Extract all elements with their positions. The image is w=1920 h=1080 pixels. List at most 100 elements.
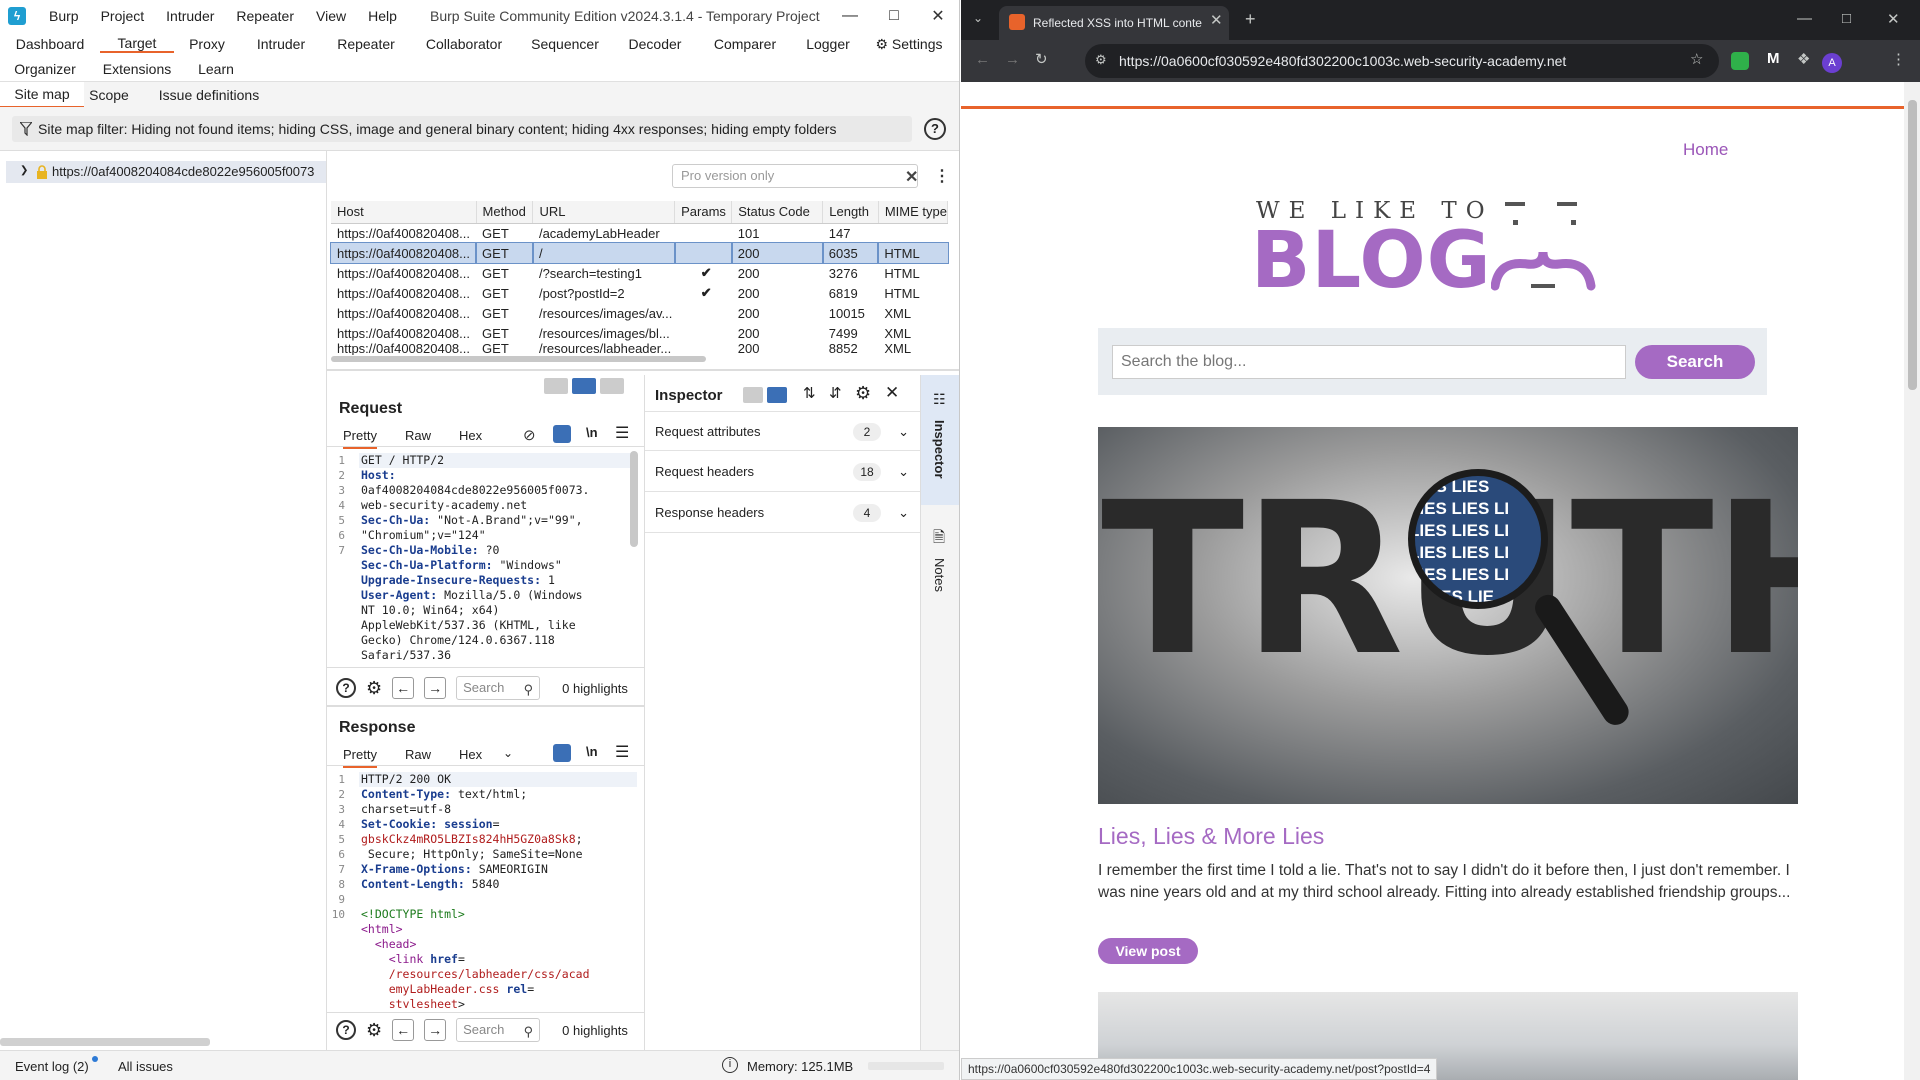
col-status-code[interactable]: Status Code <box>731 201 824 224</box>
wrap-icon[interactable] <box>553 425 571 443</box>
tab-decoder[interactable]: Decoder <box>612 36 698 52</box>
table-row-selected[interactable]: https://0af400820408... GET / 200 6035 H… <box>329 242 949 264</box>
extension-m-icon[interactable]: M <box>1767 50 1780 67</box>
layout-side-by-side-icon[interactable] <box>544 378 568 394</box>
subtab-issue-definitions[interactable]: Issue definitions <box>134 87 284 103</box>
maximize-icon[interactable]: □ <box>872 0 916 31</box>
blog-search-input[interactable]: Search the blog... <box>1112 345 1626 379</box>
tab-settings[interactable]: ⚙ Settings <box>864 36 954 53</box>
inspector-response-headers[interactable]: Response headers 4 ⌄ <box>645 493 921 533</box>
tab-collaborator[interactable]: Collaborator <box>410 36 518 52</box>
menu-repeater[interactable]: Repeater <box>225 8 305 24</box>
menu-icon[interactable]: ☰ <box>615 423 629 443</box>
table-row[interactable]: https://0af400820408... GET /post?postId… <box>331 283 948 303</box>
inspector-request-attributes[interactable]: Request attributes 2 ⌄ <box>645 411 921 451</box>
inspector-layout-active-icon[interactable] <box>767 387 787 403</box>
page-scrollbar-thumb[interactable] <box>1908 100 1917 390</box>
browser-menu-icon[interactable]: ⋮ <box>1891 50 1906 68</box>
puzzle-extension-icon[interactable]: ❖ <box>1797 50 1810 68</box>
inspector-request-headers[interactable]: Request headers 18 ⌄ <box>645 452 921 492</box>
tree-item-host[interactable]: https://0af4008204084cde8022e956005f0073 <box>6 161 326 183</box>
close-icon[interactable]: ✕ <box>916 0 959 31</box>
table-row[interactable]: https://0af400820408... GET /resources/i… <box>331 323 948 343</box>
eye-off-icon[interactable]: ⊘ <box>523 426 536 444</box>
menu-icon[interactable]: ☰ <box>615 742 629 762</box>
pro-version-search-input[interactable]: Pro version only <box>672 164 918 188</box>
horizontal-scrollbar[interactable] <box>0 1038 210 1046</box>
address-bar[interactable]: https://0a0600cf030592e480fd302200c1003c… <box>1085 44 1719 78</box>
collapse-all-icon[interactable]: ⇵ <box>829 384 842 402</box>
help-icon[interactable]: ? <box>336 678 356 698</box>
subtab-scope[interactable]: Scope <box>84 87 134 103</box>
table-row[interactable]: https://0af400820408... GET /academyLabH… <box>331 223 948 243</box>
tab-intruder[interactable]: Intruder <box>240 36 322 52</box>
tab-repeater[interactable]: Repeater <box>322 36 410 52</box>
tab-organizer[interactable]: Organizer <box>0 61 90 77</box>
minimize-icon[interactable]: — <box>828 0 872 31</box>
horizontal-scrollbar[interactable] <box>331 356 706 362</box>
bookmark-star-icon[interactable]: ☆ <box>1690 50 1703 68</box>
col-method[interactable]: Method <box>476 201 534 224</box>
sitemap-filter[interactable]: Site map filter: Hiding not found items;… <box>12 116 912 142</box>
divider[interactable] <box>327 705 644 707</box>
gear-icon[interactable]: ⚙ <box>366 678 382 699</box>
shield-extension-icon[interactable] <box>1731 52 1749 70</box>
browser-tab[interactable]: Reflected XSS into HTML conte <box>999 6 1229 40</box>
tab-dashboard[interactable]: Dashboard <box>0 36 100 52</box>
newline-icon[interactable]: \n <box>586 425 598 440</box>
tab-extensions[interactable]: Extensions <box>90 61 184 77</box>
more-options-icon[interactable]: ⋮ <box>934 166 950 186</box>
maximize-icon[interactable]: □ <box>1842 10 1851 27</box>
tab-learn[interactable]: Learn <box>184 61 248 77</box>
help-icon[interactable]: ? <box>924 118 946 140</box>
col-url[interactable]: URL <box>532 201 676 224</box>
table-row[interactable]: https://0af400820408... GET /?search=tes… <box>331 263 948 283</box>
request-editor[interactable]: 1 2 3 4 5 6 7 GET / HTTP/2 Host: 0af4008… <box>331 451 639 665</box>
side-tab-notes[interactable]: Notes <box>932 558 947 592</box>
chevron-down-icon[interactable]: ⌄ <box>503 746 513 760</box>
forward-arrow-icon[interactable]: → <box>1005 51 1020 68</box>
newline-icon[interactable]: \n <box>586 744 598 759</box>
forward-arrow-icon[interactable]: → <box>424 677 447 699</box>
forward-arrow-icon[interactable]: → <box>424 1019 447 1041</box>
tab-sequencer[interactable]: Sequencer <box>518 36 612 52</box>
vertical-scrollbar[interactable] <box>630 451 638 547</box>
menu-help[interactable]: Help <box>357 8 408 24</box>
col-host[interactable]: Host <box>331 201 477 224</box>
event-log-link[interactable]: Event log (2) <box>15 1059 89 1074</box>
reload-icon[interactable]: ↻ <box>1035 50 1048 68</box>
menu-intruder[interactable]: Intruder <box>155 8 225 24</box>
profile-avatar[interactable]: A <box>1822 53 1842 73</box>
wrap-icon[interactable] <box>553 744 571 762</box>
all-issues-link[interactable]: All issues <box>118 1059 173 1074</box>
col-params[interactable]: Params <box>674 201 733 224</box>
new-tab-icon[interactable]: + <box>1245 9 1256 30</box>
back-arrow-icon[interactable]: ← <box>392 1019 415 1041</box>
post-image[interactable]: TRUTH LIES LIES LIES LIES LI LIES LIES L… <box>1098 427 1798 804</box>
menu-burp[interactable]: Burp <box>38 8 90 24</box>
close-icon[interactable]: ✕ <box>885 383 899 403</box>
close-icon[interactable]: ✕ <box>1887 10 1900 28</box>
menu-view[interactable]: View <box>305 8 357 24</box>
close-tab-icon[interactable]: ✕ <box>1210 11 1223 29</box>
home-link[interactable]: Home <box>1683 140 1728 160</box>
col-length[interactable]: Length <box>822 201 879 224</box>
tab-target[interactable]: Target <box>100 35 174 53</box>
expand-all-icon[interactable]: ⇅ <box>803 384 816 402</box>
response-search-input[interactable]: Search ⚲ <box>456 1018 541 1042</box>
tab-comparer[interactable]: Comparer <box>698 36 792 52</box>
layout-stacked-icon[interactable] <box>572 378 596 394</box>
table-row[interactable]: https://0af400820408... GET /resources/l… <box>331 343 948 355</box>
subtab-site-map[interactable]: Site map <box>0 81 84 108</box>
menu-project[interactable]: Project <box>90 8 156 24</box>
back-arrow-icon[interactable]: ← <box>975 51 990 68</box>
col-mime-type[interactable]: MIME type <box>878 201 949 224</box>
side-tab-inspector[interactable]: Inspector <box>932 420 947 479</box>
request-search-input[interactable]: Search ⚲ <box>456 676 541 700</box>
clear-icon[interactable]: ✕ <box>905 167 918 187</box>
view-post-button[interactable]: View post <box>1098 938 1198 964</box>
tab-search-icon[interactable]: ⌄ <box>973 11 983 25</box>
tab-logger[interactable]: Logger <box>792 36 864 52</box>
gear-icon[interactable]: ⚙ <box>366 1020 382 1041</box>
table-row[interactable]: https://0af400820408... GET /resources/i… <box>331 303 948 323</box>
